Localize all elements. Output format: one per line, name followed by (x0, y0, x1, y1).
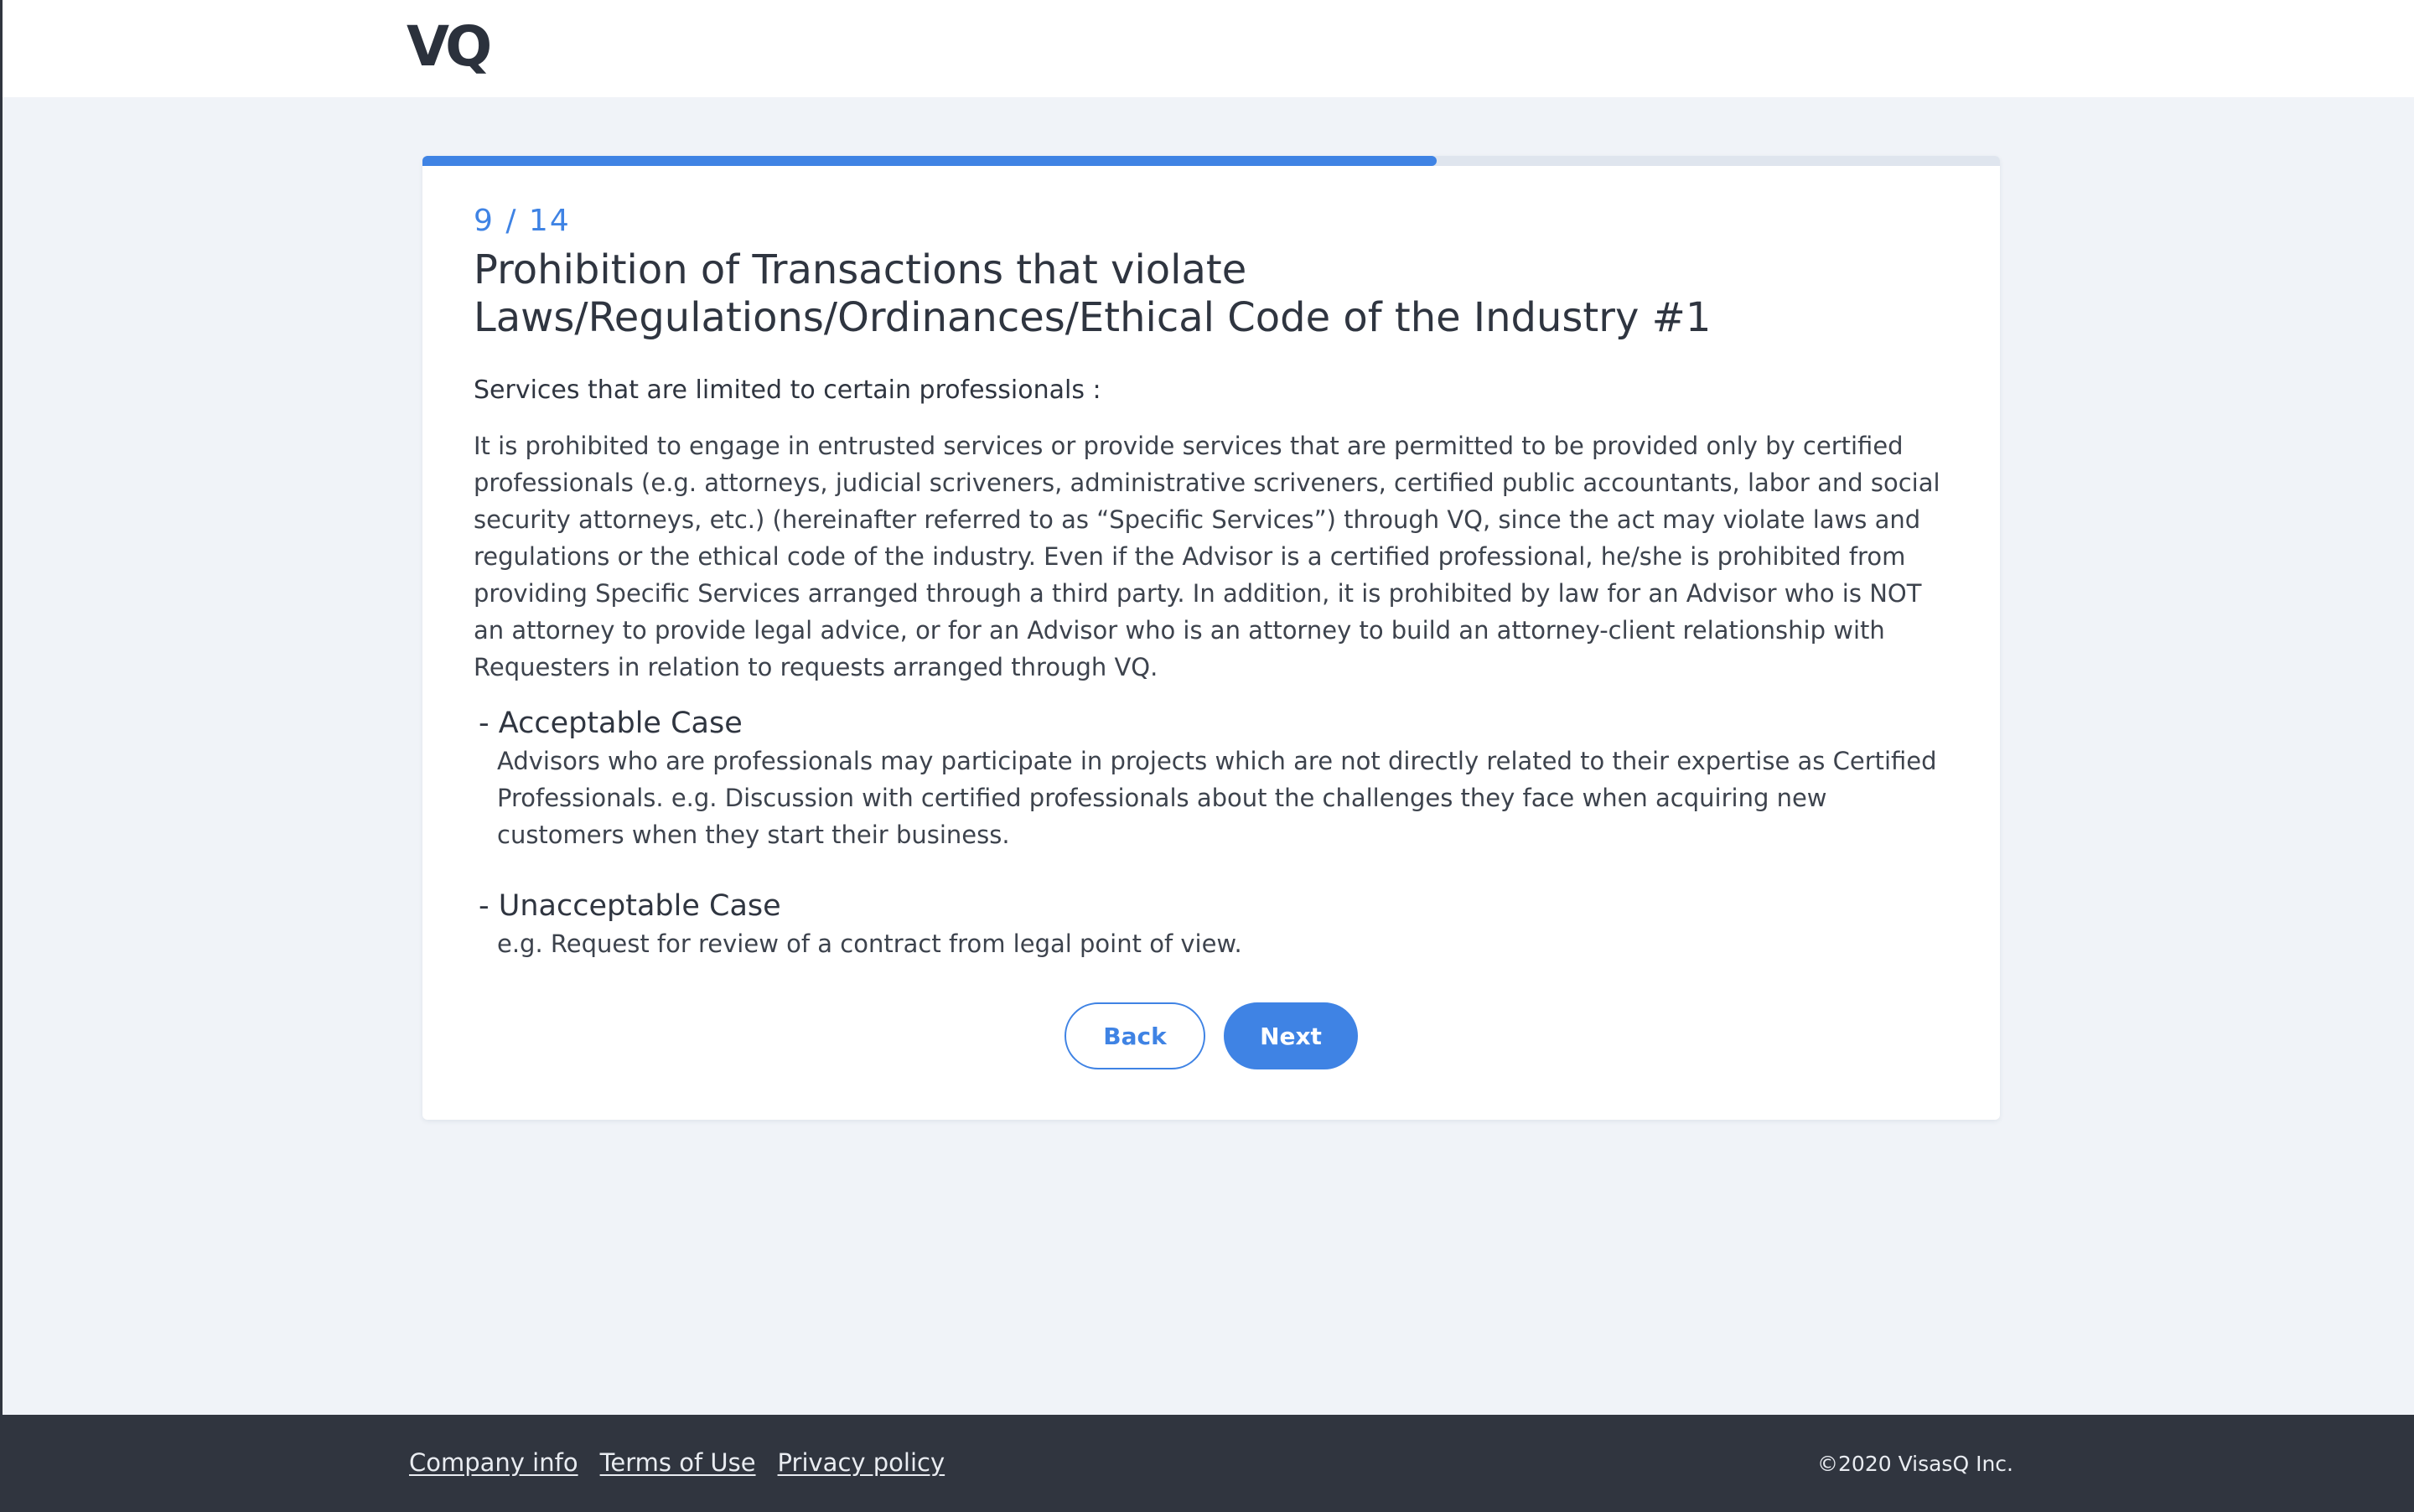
unacceptable-case-text: e.g. Request for review of a contract fr… (497, 929, 1242, 958)
copyright: ©2020 VisasQ Inc. (1817, 1452, 2013, 1476)
footer-link-terms-of-use[interactable]: Terms of Use (600, 1448, 756, 1477)
next-button[interactable]: Next (1224, 1002, 1358, 1069)
site-header: VQ (3, 0, 2414, 97)
logo[interactable]: VQ (407, 15, 492, 79)
back-button[interactable]: Back (1065, 1002, 1205, 1069)
progress-bar (422, 156, 2000, 166)
question-title: Prohibition of Transactions that violate… (474, 246, 1712, 341)
acceptable-case-text: Advisors who are professionals may parti… (497, 747, 1937, 849)
section-heading: Services that are limited to certain pro… (474, 375, 1101, 405)
progress-bar-fill (422, 156, 1438, 166)
step-counter: 9 / 14 (474, 204, 571, 238)
acceptable-case: - Acceptable Case Advisors who are profe… (474, 704, 1949, 853)
question-card: 9 / 14 Prohibition of Transactions that … (422, 156, 2000, 1120)
unacceptable-case-heading: - Unacceptable Case (479, 889, 781, 923)
footer-link-privacy-policy[interactable]: Privacy policy (778, 1448, 945, 1477)
navigation-actions: Back Next (422, 1002, 2000, 1069)
footer-links: Company info Terms of Use Privacy policy (409, 1448, 945, 1477)
site-footer: Company info Terms of Use Privacy policy… (3, 1415, 2414, 1512)
unacceptable-case: - Unacceptable Case e.g. Request for rev… (474, 887, 1949, 962)
page: VQ 9 / 14 Prohibition of Transactions th… (0, 0, 2414, 1512)
question-body: It is prohibited to engage in entrusted … (474, 432, 1940, 681)
footer-link-company-info[interactable]: Company info (409, 1448, 578, 1477)
question-content: 9 / 14 Prohibition of Transactions that … (474, 203, 1949, 962)
acceptable-case-heading: - Acceptable Case (479, 707, 743, 740)
